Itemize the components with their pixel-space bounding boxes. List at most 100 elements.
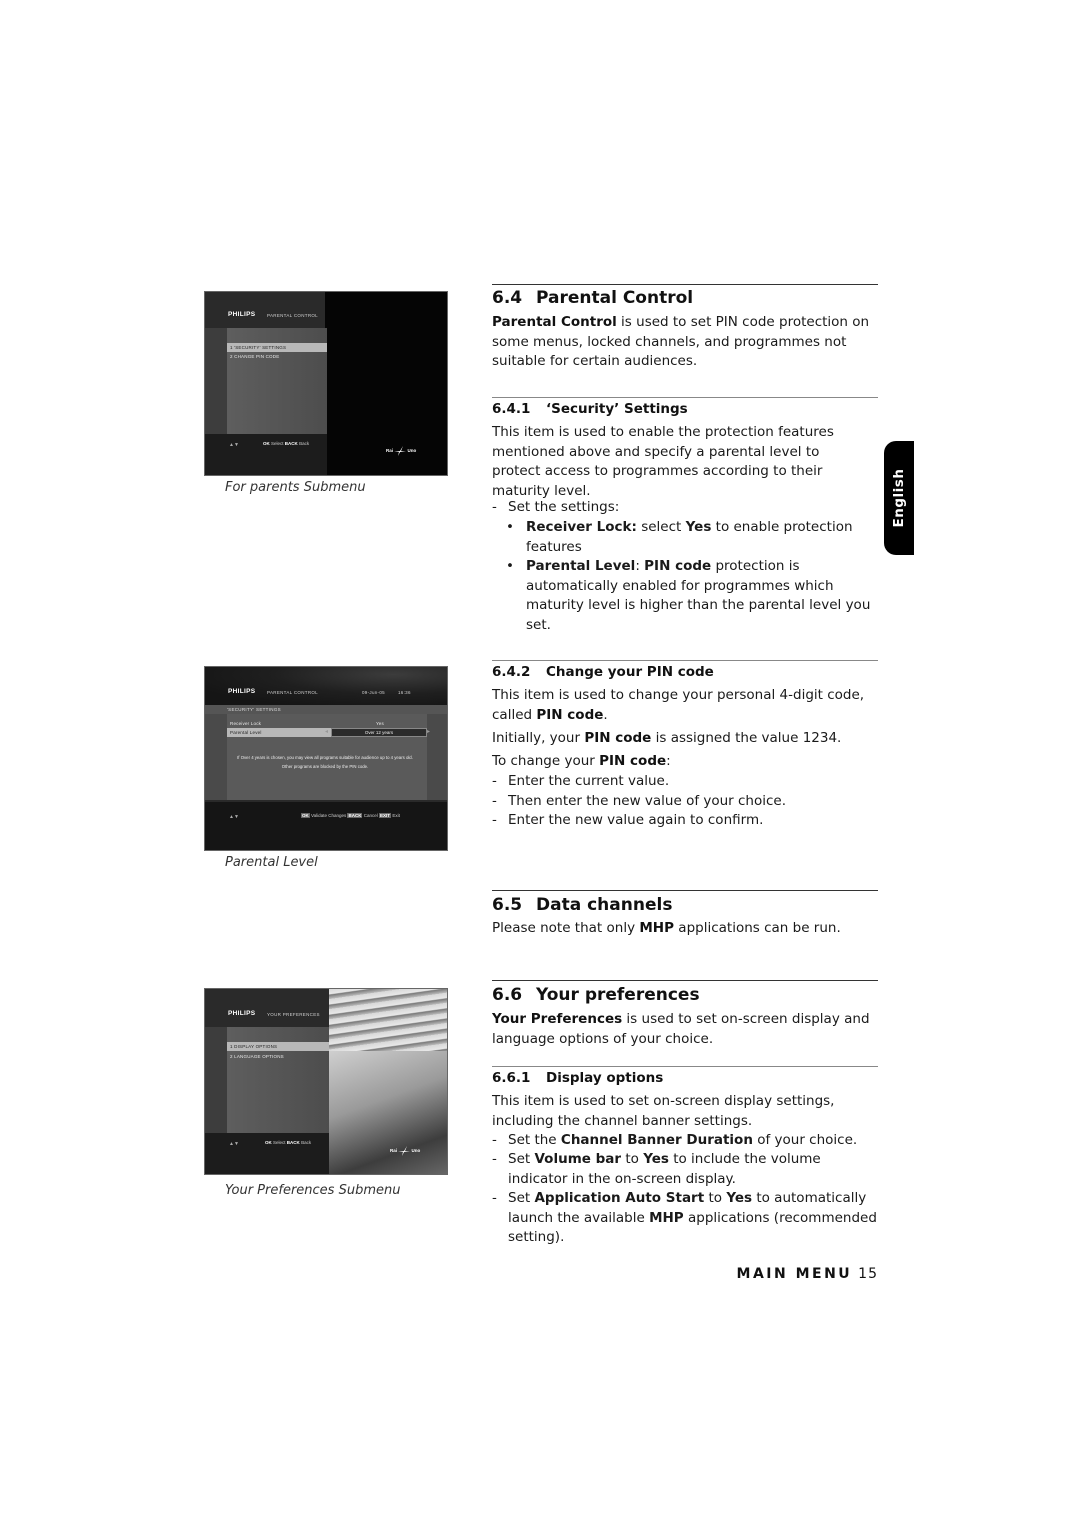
- tv-date: 09-Jun-05: [362, 690, 385, 695]
- text: of your choice.: [752, 1132, 858, 1148]
- tv-menu-title: YOUR PREFERENCES: [267, 1012, 320, 1017]
- channel-logo-left: Rai: [390, 1148, 398, 1154]
- caption-parents-submenu: For parents Submenu: [225, 480, 366, 495]
- text: to: [704, 1190, 727, 1206]
- page-number: 15: [858, 1266, 878, 1282]
- key-ok-label: Validate Changes: [311, 813, 347, 818]
- section-divider: [492, 980, 878, 981]
- text: Set the: [508, 1132, 561, 1148]
- bold-term: Channel Banner Duration: [560, 1132, 753, 1148]
- heading-title: Change your PIN code: [546, 664, 714, 680]
- tv-video-hand: [329, 1051, 447, 1174]
- heading-6-4: 6.4 Parental Control: [492, 288, 693, 308]
- subsection-divider: [492, 397, 878, 398]
- tv-footer: ▲▼ OK Select BACK Back: [205, 434, 327, 475]
- heading-number: 6.4.2: [492, 664, 531, 680]
- bold-term: Yes: [685, 519, 712, 535]
- bold-term: MHP: [649, 1209, 684, 1226]
- rai-star-icon: [394, 446, 407, 456]
- tv-key-hints: OK Validate Changes BACK Cancel EXIT Exi…: [301, 813, 400, 818]
- key-ok: OK: [301, 813, 310, 818]
- list-item: - Set the settings:: [492, 498, 878, 518]
- tv-header: [205, 292, 327, 328]
- bold-term: MHP: [639, 920, 675, 936]
- bold-term: Parental Level: [526, 558, 636, 574]
- bold-term: Receiver Lock:: [526, 519, 637, 535]
- heading-number: 6.5: [492, 895, 523, 915]
- bold-term: PIN code: [644, 558, 712, 574]
- channel-logo-right: Uno: [407, 448, 417, 454]
- text: Set: [508, 1190, 535, 1206]
- subsection-divider: [492, 660, 878, 661]
- paragraph-6-4-1-body: This item is used to enable the protecti…: [492, 424, 834, 499]
- key-back: BACK: [284, 441, 298, 446]
- screenshot-parental-level: PHILIPS PARENTAL CONTROL 09-Jun-05 16:36…: [204, 666, 448, 851]
- text: To change your: [492, 753, 600, 769]
- tv-menu-item: 1 DISPLAY OPTIONS: [227, 1042, 329, 1051]
- channel-logo-right: Uno: [411, 1148, 421, 1154]
- bold-term: PIN code: [599, 753, 667, 769]
- tv-header: [205, 989, 329, 1027]
- key-ok-label: Select: [273, 1140, 286, 1145]
- key-back: BACK: [286, 1140, 300, 1145]
- nav-arrows-icon: ▲▼: [229, 442, 239, 448]
- bold-term: Volume bar: [534, 1151, 622, 1167]
- heading-6-5: 6.5 Data channels: [492, 895, 672, 915]
- tv-time: 16:36: [398, 690, 411, 695]
- text: Set: [508, 1151, 535, 1167]
- bold-term: PIN code: [536, 706, 604, 723]
- bold-term: Your Preferences: [492, 1011, 623, 1027]
- heading-number: 6.6.1: [492, 1070, 531, 1086]
- tv-menu-item: 2 LANGUAGE OPTIONS: [230, 1054, 284, 1059]
- list-item: - Enter the current value.: [492, 772, 878, 792]
- section-divider: [492, 890, 878, 891]
- list-item-text: Then enter the new value of your choice.: [508, 793, 787, 809]
- nav-arrows-icon: ▲▼: [229, 814, 239, 820]
- key-back-label: Back: [299, 441, 310, 446]
- page-footer: MAIN MENU 15: [737, 1266, 878, 1282]
- philips-logo: PHILIPS: [228, 311, 256, 318]
- paragraph-6-4-2-p1: This item is used to change your persona…: [492, 686, 872, 725]
- tv-setting-value-selected: Over 12 years: [331, 728, 427, 737]
- bold-term: Yes: [643, 1151, 669, 1167]
- list-item: - Set the Channel Banner Duration of your…: [492, 1132, 858, 1148]
- tv-menu-title: PARENTAL CONTROL: [267, 313, 318, 318]
- tv-key-hints: OK Select BACK Back: [263, 441, 309, 446]
- list-item: - Set Volume bar to Yes to include the vo…: [492, 1151, 821, 1187]
- tv-setting-value: Yes: [376, 721, 384, 726]
- bullet-item: • Receiver Lock: select Yes to enable pr…: [506, 519, 853, 555]
- paragraph-6-4-intro: Parental Control is used to set PIN code…: [492, 313, 882, 372]
- philips-logo: PHILIPS: [228, 688, 256, 695]
- channel-logo: Rai Uno: [386, 446, 416, 456]
- text: .: [603, 706, 608, 723]
- rai-star-icon: [398, 1146, 411, 1156]
- heading-title: Parental Control: [536, 288, 694, 308]
- language-tab-label: English: [891, 468, 907, 528]
- key-ok: OK: [265, 1140, 272, 1145]
- list-item: - Then enter the new value of your choice…: [492, 792, 878, 812]
- tv-footer: ▲▼ OK Validate Changes BACK Cancel EXIT …: [205, 802, 447, 850]
- caption-preferences-submenu: Your Preferences Submenu: [225, 1183, 401, 1198]
- tv-header: [205, 667, 447, 705]
- heading-title: Your preferences: [536, 985, 700, 1005]
- heading-6-4-2: 6.4.2 Change your PIN code: [492, 664, 714, 680]
- list-item: - Enter the new value again to confirm.: [492, 811, 878, 831]
- tv-footer: ▲▼ OK Select BACK Back: [205, 1133, 329, 1174]
- screenshot-preferences-submenu: PHILIPS YOUR PREFERENCES 1 DISPLAY OPTIO…: [204, 988, 448, 1175]
- footer-section-title: MAIN MENU: [736, 1266, 853, 1282]
- heading-number: 6.4.1: [492, 401, 531, 417]
- language-tab: English: [884, 441, 914, 555]
- text: applications can be run.: [674, 920, 841, 936]
- text: Initially, your: [492, 730, 585, 746]
- list-item-text: Enter the new value again to confirm.: [508, 812, 764, 828]
- key-exit: EXIT: [379, 813, 392, 818]
- list-item: - Set Application Auto Start to Yes to au…: [492, 1190, 877, 1246]
- philips-logo: PHILIPS: [228, 1010, 256, 1017]
- tv-menu-item: 1 'SECURITY' SETTINGS: [227, 343, 327, 352]
- key-back-label: Cancel: [363, 813, 378, 818]
- key-exit-label: Exit: [392, 813, 400, 818]
- section-divider: [492, 284, 878, 285]
- heading-6-6-1: 6.6.1 Display options: [492, 1070, 663, 1086]
- bold-term: Yes: [726, 1190, 753, 1206]
- subsection-divider: [492, 1066, 878, 1067]
